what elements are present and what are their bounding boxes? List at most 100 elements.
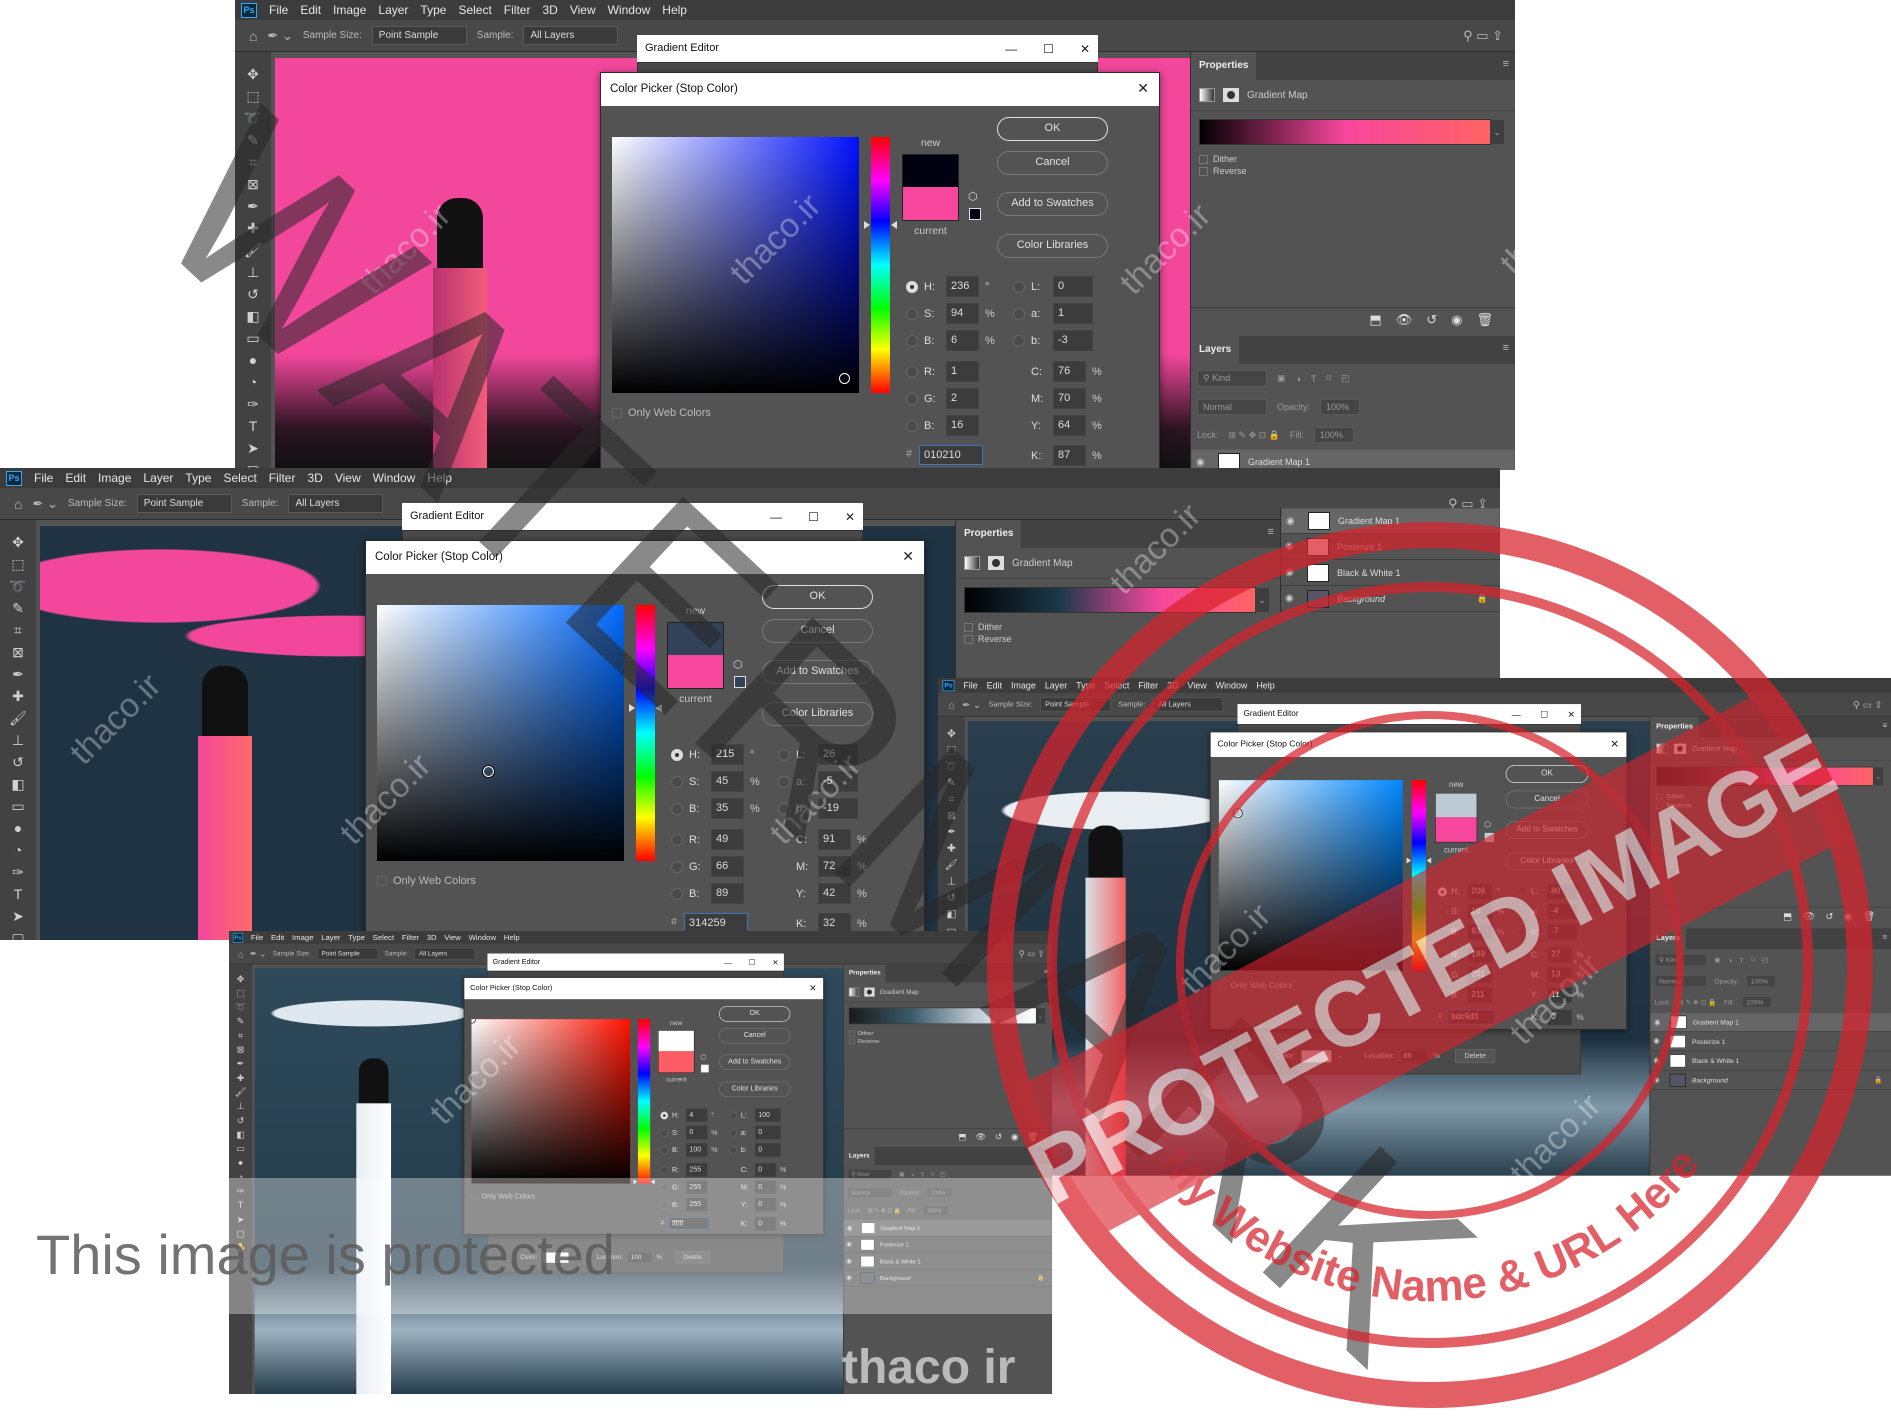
brush-icon[interactable]: 🖌: [7, 710, 29, 727]
menu-item[interactable]: Select: [223, 471, 256, 485]
move-icon[interactable]: ✥: [7, 534, 29, 551]
menu-item[interactable]: Edit: [65, 471, 86, 485]
opacity-input[interactable]: 100%: [1746, 975, 1777, 988]
layer-row[interactable]: ◉ Gradient Map 1: [1281, 508, 1500, 534]
crop-icon[interactable]: ⌗: [234, 1030, 248, 1041]
visibility-icon[interactable]: ◉: [1011, 1131, 1018, 1141]
eraser-icon[interactable]: ◧: [234, 1129, 248, 1140]
eyedropper-icon[interactable]: ✒: [7, 666, 29, 683]
ok-button[interactable]: OK: [762, 585, 873, 609]
only-web-colors-checkbox[interactable]: Only Web Colors: [1218, 981, 1293, 990]
maximize-icon[interactable]: ☐: [1043, 42, 1054, 56]
kind-filter-select[interactable]: ⚲ Kind: [1654, 953, 1707, 967]
radio-r[interactable]: [671, 833, 683, 846]
hue-slider-handle-right[interactable]: [1426, 857, 1432, 864]
hue-slider-handle-left[interactable]: [864, 221, 870, 230]
current-color-swatch[interactable]: [667, 655, 724, 689]
menu-item[interactable]: Layer: [143, 471, 173, 485]
layer-row[interactable]: ◉ Background 🔒: [1650, 1071, 1891, 1090]
color-field-marker[interactable]: [839, 372, 851, 384]
close-icon[interactable]: ✕: [1137, 80, 1149, 97]
dither-checkbox[interactable]: Dither: [1650, 792, 1891, 801]
menu-item[interactable]: Type: [420, 3, 446, 17]
menu-item[interactable]: Help: [1256, 680, 1274, 690]
s-input[interactable]: 0: [686, 1125, 708, 1140]
minimize-icon[interactable]: —: [1512, 709, 1521, 719]
lock-icons[interactable]: ⊞ ✎ ✥ ⊡ 🔒: [1229, 430, 1280, 441]
menu-item[interactable]: Select: [1104, 680, 1129, 690]
gamut-cube-icon[interactable]: ⬡: [733, 658, 743, 671]
menu-item[interactable]: 3D: [427, 933, 437, 942]
filter-adjust-icon[interactable]: ◑: [1296, 374, 1301, 384]
healing-icon[interactable]: ✚: [242, 220, 264, 237]
ok-button[interactable]: OK: [718, 1006, 791, 1022]
color-field[interactable]: [377, 605, 624, 861]
move-icon[interactable]: ✥: [943, 727, 959, 740]
path-select-icon[interactable]: ➤: [242, 440, 264, 457]
visibility-eye-icon[interactable]: ◉: [1196, 457, 1210, 468]
chevron-down-icon[interactable]: ⌄: [1872, 767, 1884, 786]
radio-l[interactable]: [778, 748, 790, 761]
current-color-swatch[interactable]: [1434, 817, 1478, 843]
eraser-icon[interactable]: ◧: [7, 776, 29, 793]
k-input[interactable]: 0: [1547, 1009, 1572, 1026]
radio-h[interactable]: [660, 1111, 669, 1120]
healing-icon[interactable]: ✚: [943, 842, 959, 855]
stop-color-swatch[interactable]: [1301, 1050, 1332, 1063]
panel-menu-icon[interactable]: ≡: [1044, 1151, 1048, 1159]
menu-item[interactable]: Type: [185, 471, 211, 485]
panel-menu-icon[interactable]: ≡: [1503, 342, 1509, 354]
visibility-eye-icon[interactable]: ◉: [1286, 516, 1300, 527]
search-share-icons[interactable]: ⚲ ▭ ⇪: [1463, 28, 1503, 44]
radio-h[interactable]: [1437, 886, 1447, 896]
radio-s[interactable]: [660, 1128, 669, 1137]
clip-layer-icon[interactable]: ⬒: [1783, 910, 1792, 922]
dither-checkbox[interactable]: Dither: [844, 1029, 1052, 1037]
panel-menu-icon[interactable]: ≡: [1882, 933, 1887, 942]
y-input[interactable]: 42: [818, 883, 851, 904]
layer-row[interactable]: ◉ Background 🔒: [1281, 586, 1500, 612]
filter-type-icon[interactable]: T: [1311, 374, 1317, 384]
b-input[interactable]: 0: [754, 1143, 781, 1157]
color-field[interactable]: [612, 137, 859, 393]
chevron-down-icon[interactable]: ⌄: [1337, 1052, 1343, 1060]
checkbox-icon[interactable]: [612, 408, 622, 418]
menu-item[interactable]: Edit: [300, 3, 321, 17]
filter-smart-icon[interactable]: ◰: [1762, 956, 1768, 964]
adjustment-icon[interactable]: [1656, 743, 1669, 754]
visibility-icon[interactable]: ◉: [1844, 910, 1852, 922]
sample-size-select[interactable]: Point Sample: [136, 494, 232, 513]
adjustment-icon[interactable]: [964, 556, 980, 570]
menu-item[interactable]: View: [444, 933, 461, 942]
radio-r[interactable]: [1437, 950, 1447, 960]
bv-input[interactable]: 100: [686, 1143, 708, 1157]
lock-icons[interactable]: ⊞ ✎ ✥ ⊡ 🔒: [1678, 998, 1716, 1006]
filter-shape-icon[interactable]: ⌑: [1326, 373, 1331, 384]
eyedropper-tool-icon[interactable]: ✒ ⌄: [32, 496, 57, 512]
color-field-marker[interactable]: [1233, 808, 1242, 817]
fill-input[interactable]: 100%: [1313, 427, 1354, 443]
gradient-editor-title-bar[interactable]: Gradient Editor — ☐ ✕: [487, 953, 784, 971]
menu-item[interactable]: Image: [292, 933, 313, 942]
visibility-eye-icon[interactable]: ◉: [1285, 593, 1299, 604]
g-input[interactable]: 66: [711, 856, 744, 877]
delete-button[interactable]: Delete: [1454, 1049, 1496, 1064]
menu-item[interactable]: Image: [1011, 680, 1036, 690]
color-libraries-button[interactable]: Color Libraries: [1505, 852, 1589, 871]
history-brush-icon[interactable]: ↺: [242, 286, 264, 303]
filter-type-icon[interactable]: T: [1740, 956, 1744, 963]
menu-item[interactable]: 3D: [542, 3, 557, 17]
m-input[interactable]: 13: [1547, 967, 1572, 983]
eraser-icon[interactable]: ◧: [943, 907, 959, 920]
lasso-icon[interactable]: ➰: [7, 578, 29, 595]
color-libraries-button[interactable]: Color Libraries: [718, 1081, 791, 1097]
visibility-eye-icon[interactable]: ◉: [1653, 1076, 1663, 1084]
kind-filter-select[interactable]: ⚲ Kind: [1197, 370, 1267, 387]
mask-icon[interactable]: [988, 556, 1004, 570]
color-libraries-button[interactable]: Color Libraries: [997, 234, 1108, 258]
properties-panel-tab[interactable]: Properties ≡: [956, 520, 1280, 548]
bc-input[interactable]: 16: [946, 415, 979, 436]
menu-item[interactable]: Edit: [987, 680, 1002, 690]
cancel-button[interactable]: Cancel: [1505, 790, 1589, 809]
trash-icon[interactable]: 🗑: [1863, 910, 1875, 922]
